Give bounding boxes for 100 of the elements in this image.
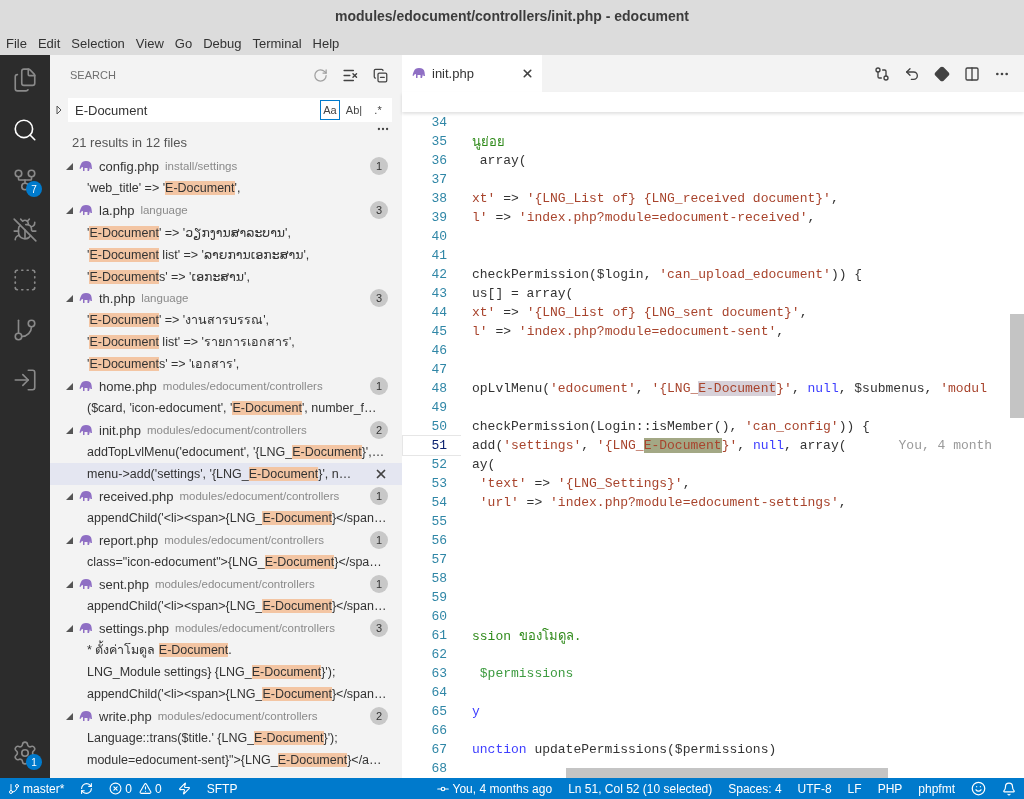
match-row[interactable]: 'web_title' => 'E-Document', <box>50 177 402 199</box>
line-number: 68 <box>430 760 448 778</box>
status-item[interactable]: LF <box>847 781 862 796</box>
line-number: 41 <box>430 247 448 265</box>
caret-icon[interactable] <box>66 580 73 588</box>
match-row[interactable]: ($card, 'icon-edocument', 'E-Document', number_f… <box>50 397 402 419</box>
line-number: 57 <box>430 551 448 569</box>
status-item[interactable]: UTF-8 <box>797 781 832 796</box>
git-icon <box>12 317 38 343</box>
match-count: 3 <box>370 201 388 219</box>
menu-item[interactable]: Selection <box>67 36 129 51</box>
bell-icon[interactable] <box>1002 781 1016 796</box>
match-row[interactable]: addTopLvlMenu('edocument', '{LNG_E-Document}',… <box>50 441 402 463</box>
file-name: write.php <box>99 708 152 724</box>
caret-icon[interactable] <box>66 294 73 302</box>
sign-in-icon <box>12 367 38 393</box>
back-arrow-icon[interactable] <box>904 65 920 82</box>
blame-status[interactable]: You, 4 months ago <box>435 781 553 796</box>
activity-item[interactable]: 7 <box>0 155 50 205</box>
menu-item[interactable]: Go <box>170 36 197 51</box>
match-row[interactable]: appendChild('<li><span>{LNG_E-Document}</span… <box>50 595 402 617</box>
file-path: modules/edocument/controllers <box>157 710 319 722</box>
result-file-row[interactable]: received.php modules/edocument/controllers 1 <box>50 485 402 507</box>
problems-status[interactable]: 0 0 <box>109 781 162 796</box>
line-number: 59 <box>430 589 448 607</box>
match-text: menu->add('settings', '{LNG_E-Document}', n… <box>87 467 353 481</box>
close-icon[interactable] <box>521 67 534 80</box>
files-icon <box>12 67 38 93</box>
branch-status[interactable]: master* <box>8 781 65 796</box>
collapse-all-icon[interactable] <box>373 67 388 83</box>
match-row[interactable]: 'E-Document' => 'งานสารบรรณ', <box>50 309 402 331</box>
file-path: modules/edocument/controllers <box>162 380 324 392</box>
result-file-row[interactable]: home.php modules/edocument/controllers 1 <box>50 375 402 397</box>
error-count: 0 <box>125 781 133 796</box>
result-file-row[interactable]: write.php modules/edocument/controllers 2 <box>50 705 402 727</box>
result-file-row[interactable]: init.php modules/edocument/controllers 2 <box>50 419 402 441</box>
match-text: module=edocument-sent}">{LNG_E-Document}</a… <box>87 753 383 767</box>
caret-icon[interactable] <box>66 492 73 500</box>
file-name: la.php <box>99 202 135 218</box>
caret-icon[interactable] <box>66 162 73 170</box>
smiley-icon[interactable] <box>971 781 986 796</box>
diamond-icon[interactable] <box>934 65 950 82</box>
match-row[interactable]: module=edocument-sent}">{LNG_E-Document}</a… <box>50 749 402 771</box>
match-text: ($card, 'icon-edocument', 'E-Document', number_f… <box>87 401 378 415</box>
code-line: us[] = array( <box>471 286 574 301</box>
caret-icon[interactable] <box>66 206 73 214</box>
result-file-row[interactable]: config.php install/settings 1 <box>50 155 402 177</box>
status-item[interactable]: PHP <box>877 781 903 796</box>
search-option-toggle[interactable]: .* <box>368 100 388 120</box>
status-item[interactable]: Spaces: 4 <box>728 781 782 796</box>
code-line: l' => 'index.php?module=edocument-sent', <box>471 324 785 339</box>
search-field[interactable]: E-Document Aa Ab| .* <box>68 98 392 122</box>
match-text: 'E-Document list' => 'ລາຍການເອກະສານ', <box>87 246 311 262</box>
result-file-row[interactable]: sent.php modules/edocument/controllers 1 <box>50 573 402 595</box>
menu-item[interactable]: Terminal <box>248 36 306 51</box>
match-row[interactable]: Language::trans($title.' {LNG_E-Document}'); <box>50 727 402 749</box>
line-number: 35 <box>430 133 448 151</box>
result-file-row[interactable]: report.php modules/edocument/controllers 1 <box>50 529 402 551</box>
split-editor-icon[interactable] <box>964 65 980 82</box>
match-row[interactable]: 'E-Document list' => 'ລາຍການເອກະສານ', <box>50 243 402 265</box>
match-row[interactable]: class="icon-edocument">{LNG_E-Document}</spa… <box>50 551 402 573</box>
result-file-row[interactable]: th.php language 3 <box>50 287 402 309</box>
sidebar-title: SEARCH <box>70 69 117 81</box>
match-row[interactable]: 'E-Documents' => 'เอกสาร', <box>50 353 402 375</box>
status-item[interactable]: Ln 51, Col 52 (10 selected) <box>568 781 713 796</box>
match-row[interactable]: * ตั้งค่าโมดูล E-Document. <box>50 639 402 661</box>
caret-icon[interactable] <box>66 536 73 544</box>
result-file-row[interactable]: la.php language 3 <box>50 199 402 221</box>
expand-icon[interactable] <box>54 105 64 115</box>
match-row[interactable]: 'E-Document list' => 'รายการเอกสาร', <box>50 331 402 353</box>
match-row[interactable]: menu->add('settings', '{LNG_E-Document}', n… <box>50 463 402 485</box>
match-row[interactable]: 'E-Document' => 'ວຽກງານສາລະບານ', <box>50 221 402 243</box>
menu-item[interactable]: View <box>131 36 168 51</box>
status-item[interactable]: SFTP <box>206 781 238 796</box>
caret-icon[interactable] <box>66 426 73 434</box>
caret-icon[interactable] <box>66 624 73 632</box>
match-row[interactable]: appendChild('<li><span>{LNG_E-Document}</span… <box>50 507 402 529</box>
dismiss-icon[interactable] <box>374 467 388 481</box>
results-summary: 21 results in 12 files <box>72 134 187 150</box>
caret-icon[interactable] <box>66 382 73 390</box>
menu-item[interactable]: Debug <box>199 36 246 51</box>
match-row[interactable]: appendChild('<li><span>{LNG_E-Document}</span… <box>50 683 402 705</box>
match-row[interactable]: 'E-Documents' => 'ເອກະສານ', <box>50 265 402 287</box>
editor-tab[interactable]: init.php <box>402 55 542 92</box>
menu-item[interactable]: Edit <box>33 36 65 51</box>
settings-item[interactable]: 1 <box>0 728 50 778</box>
search-option-toggle[interactable]: Ab| <box>344 100 364 120</box>
caret-icon[interactable] <box>66 712 73 720</box>
compare-icon[interactable] <box>874 65 890 82</box>
match-row[interactable]: LNG_Module settings} {LNG_E-Document}'); <box>50 661 402 683</box>
status-item[interactable]: phpfmt <box>918 781 955 796</box>
menu-item[interactable]: Help <box>308 36 344 51</box>
lightning-icon[interactable] <box>177 782 191 795</box>
result-file-row[interactable]: settings.php modules/edocument/controllers 3 <box>50 617 402 639</box>
sync-icon[interactable] <box>80 782 94 795</box>
search-option-toggle[interactable]: Aa <box>320 100 340 120</box>
match-text: 'web_title' => 'E-Document', <box>87 181 242 195</box>
menu-item[interactable]: File <box>2 36 31 51</box>
scrollbar-thumb[interactable] <box>1010 314 1024 418</box>
scrollbar-thumb[interactable] <box>566 768 888 778</box>
